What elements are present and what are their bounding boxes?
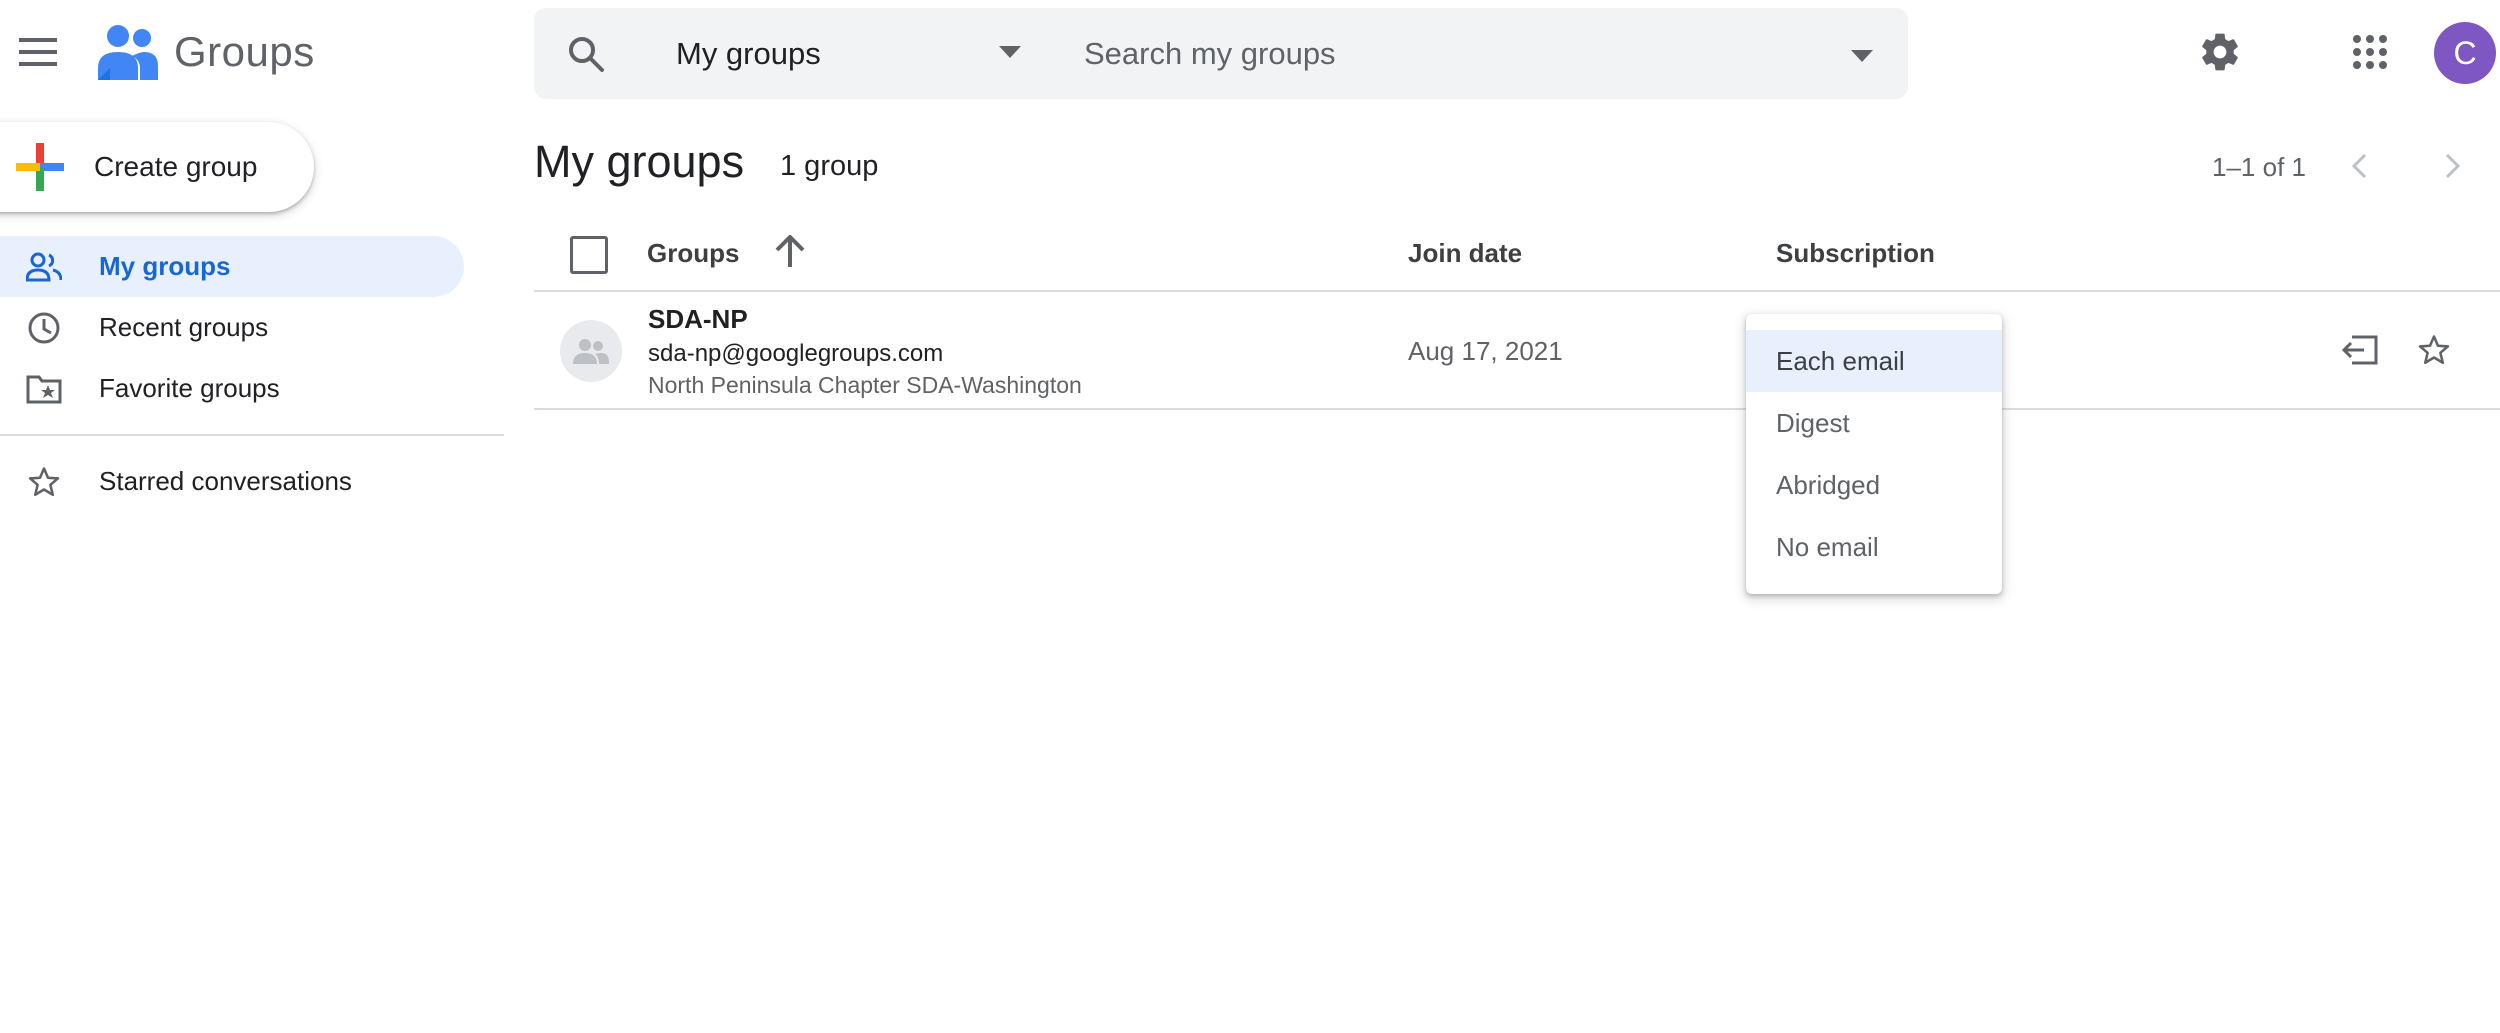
chevron-right-icon <box>2445 153 2461 179</box>
sort-button[interactable] <box>768 230 812 274</box>
subscription-option-no-email[interactable]: No email <box>1746 516 2002 578</box>
account-initial: C <box>2453 34 2477 71</box>
chevron-left-icon <box>2351 153 2367 179</box>
search-scope-label: My groups <box>676 35 821 71</box>
search-options-button[interactable] <box>1844 38 1880 74</box>
group-count: 1 group <box>780 150 879 182</box>
page-title: My groups <box>534 136 745 187</box>
column-header-join-date[interactable]: Join date <box>1408 238 1522 269</box>
sidebar-item-label: Favorite groups <box>99 373 280 403</box>
search-bar: My groups <box>534 8 1908 99</box>
sidebar-item-label: Recent groups <box>99 312 269 342</box>
chevron-down-icon[interactable] <box>999 46 1021 58</box>
sidebar-item-starred-conversations[interactable]: Starred conversations <box>0 451 464 512</box>
sidebar-item-recent-groups[interactable]: Recent groups <box>0 297 464 358</box>
clock-icon <box>26 310 62 346</box>
favorite-group-button[interactable] <box>2408 324 2460 376</box>
subscription-dropdown-menu: Each email Digest Abridged No email <box>1746 314 2002 594</box>
exit-group-icon <box>2342 335 2378 365</box>
hamburger-menu-icon <box>19 38 57 66</box>
group-name[interactable]: SDA-NP <box>648 304 748 335</box>
previous-page-button[interactable] <box>2336 143 2382 189</box>
account-avatar[interactable]: C <box>2434 22 2496 84</box>
search-input[interactable] <box>1082 24 1802 84</box>
sidebar-item-label: Starred conversations <box>99 466 352 496</box>
sidebar-divider <box>0 434 504 436</box>
chevron-down-icon <box>1851 50 1873 62</box>
star-outline-icon <box>2418 335 2450 365</box>
subscription-option-abridged[interactable]: Abridged <box>1746 454 2002 516</box>
top-bar: Groups My groups Search my groups C <box>0 0 2500 108</box>
table-row[interactable]: SDA-NP sda-np@googlegroups.com North Pen… <box>534 292 2500 410</box>
folder-star-icon <box>26 371 62 407</box>
column-header-subscription: Subscription <box>1776 238 1935 268</box>
search-icon[interactable] <box>566 34 606 74</box>
pagination-range: 1–1 of 1 <box>2212 152 2306 182</box>
create-group-button[interactable]: Create group <box>0 122 314 212</box>
groups-logo[interactable]: Groups <box>96 22 315 82</box>
group-email: sda-np@googlegroups.com <box>648 340 944 367</box>
subscription-option-each-email[interactable]: Each email <box>1746 330 2002 392</box>
sidebar-item-label: My groups <box>99 251 231 281</box>
apps-grid-icon <box>2353 35 2387 69</box>
subscription-option-digest[interactable]: Digest <box>1746 392 2002 454</box>
plus-icon <box>16 143 64 191</box>
star-outline-icon <box>26 464 62 500</box>
column-header-groups[interactable]: Groups <box>647 238 739 269</box>
select-all-checkbox[interactable] <box>570 236 608 274</box>
leave-group-button[interactable] <box>2334 324 2386 376</box>
table-header: Groups Join date Subscription <box>534 222 2500 292</box>
join-date: Aug 17, 2021 <box>1408 336 1563 366</box>
settings-button[interactable] <box>2190 22 2250 82</box>
people-icon <box>26 249 62 285</box>
main-menu-button[interactable] <box>10 24 66 80</box>
groups-logo-icon <box>98 25 158 80</box>
sidebar-item-my-groups[interactable]: My groups <box>0 236 464 297</box>
arrow-up-icon <box>775 235 805 267</box>
gear-icon <box>2202 33 2238 71</box>
next-page-button[interactable] <box>2430 143 2476 189</box>
create-group-label: Create group <box>94 151 258 182</box>
group-avatar <box>560 320 622 382</box>
app-name: Groups <box>174 28 315 75</box>
group-description: North Peninsula Chapter SDA-Washington <box>648 372 1082 398</box>
sidebar-item-favorite-groups[interactable]: Favorite groups <box>0 358 464 419</box>
group-people-icon <box>573 339 609 364</box>
apps-launcher-button[interactable] <box>2340 22 2400 82</box>
